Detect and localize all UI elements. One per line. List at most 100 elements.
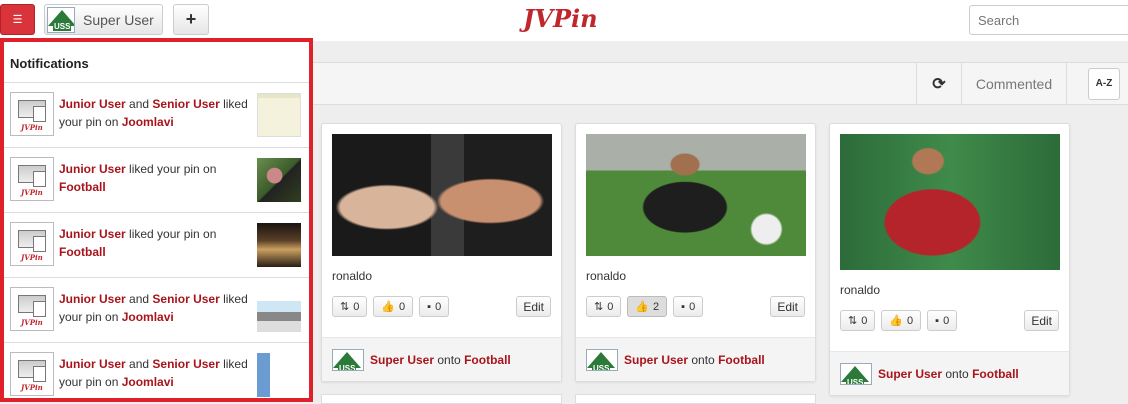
pin-image[interactable] (586, 134, 806, 256)
refresh-button[interactable]: ⟳ (916, 63, 962, 105)
notifications-panel: Notifications JVPin Junior User and Seni… (0, 38, 313, 402)
actor-link[interactable]: Junior User (59, 227, 126, 241)
notification-item[interactable]: JVPin Junior User liked your pin on Foot… (4, 148, 309, 213)
comment-icon: ▪ (935, 314, 940, 327)
sort-commented-tab[interactable]: Commented (962, 63, 1067, 105)
plus-icon: + (185, 9, 197, 29)
notification-avatar: JVPin (10, 222, 54, 266)
actor-link[interactable]: Senior User (152, 292, 219, 306)
notification-text: Junior User and Senior User liked your p… (59, 357, 248, 389)
thumbs-up-icon: 👍 (635, 301, 650, 313)
repin-count: 0 (861, 314, 868, 327)
notification-thumbnail[interactable] (257, 223, 301, 267)
pin-card[interactable]: ronaldo ⇅ 0 👍 0 ▪ 0 Edit USS Super User ont… (829, 123, 1070, 396)
pin-card[interactable]: ronaldo ⇅ 0 👍 0 ▪ 0 Edit USS Super User ont… (321, 123, 562, 382)
like-count: 2 (653, 300, 660, 313)
like-button[interactable]: 👍 2 (627, 296, 668, 317)
comment-button[interactable]: ▪ 0 (673, 296, 704, 317)
add-pin-button[interactable]: + (173, 4, 209, 35)
pin-footer: USS Super User onto Football (322, 337, 561, 381)
edit-button[interactable]: Edit (516, 296, 551, 317)
actor-link[interactable]: Junior User (59, 292, 126, 306)
avatar: USS (332, 348, 364, 371)
comment-icon: ▪ (681, 300, 686, 313)
pin-title: ronaldo (586, 269, 627, 283)
pin-footer: USS Super User onto Football (830, 351, 1069, 395)
repin-icon: ⇅ (340, 301, 350, 313)
notification-thumbnail[interactable] (257, 158, 301, 202)
comment-count: 0 (943, 314, 950, 327)
repin-icon: ⇅ (594, 301, 604, 313)
repin-button[interactable]: ⇅ 0 (840, 310, 876, 331)
pin-card[interactable]: ronaldo ⇅ 0 👍 2 ▪ 0 Edit USS Super User ont… (575, 123, 816, 382)
avatar: USS (586, 348, 618, 371)
pin-board-link[interactable]: Football (464, 353, 511, 367)
avatar: USS (840, 362, 872, 385)
notification-avatar: JVPin (10, 287, 54, 331)
edit-button[interactable]: Edit (1024, 310, 1059, 331)
board-link[interactable]: Football (59, 245, 106, 259)
board-link[interactable]: Joomlavi (122, 375, 174, 389)
actor-link[interactable]: Senior User (152, 97, 219, 111)
avatar-text: USS (53, 21, 72, 31)
board-link[interactable]: Joomlavi (122, 115, 174, 129)
like-count: 0 (399, 300, 406, 313)
top-bar: ☰ USS Super User + JVPin (0, 0, 1128, 41)
notification-text: Junior User and Senior User liked your p… (59, 292, 248, 324)
sort-alpha-icon: A-Z (1095, 78, 1113, 89)
notification-avatar: JVPin (10, 157, 54, 201)
actor-link[interactable]: Junior User (59, 97, 126, 111)
notification-thumbnail[interactable] (257, 93, 301, 137)
menu-button[interactable]: ☰ (0, 4, 35, 35)
repin-icon: ⇅ (848, 315, 858, 327)
notification-text: Junior User liked your pin on Football (59, 162, 217, 194)
comment-button[interactable]: ▪ 0 (419, 296, 450, 317)
like-count: 0 (907, 314, 914, 327)
pin-author-link[interactable]: Super User (878, 367, 942, 381)
like-button[interactable]: 👍 0 (373, 296, 414, 317)
notification-item[interactable]: JVPin Junior User and Senior User liked … (4, 278, 309, 343)
notification-thumbnail[interactable] (257, 288, 301, 332)
notification-item[interactable]: JVPin Junior User and Senior User liked … (4, 343, 309, 398)
pin-footer: USS Super User onto Football (576, 337, 815, 381)
pin-title: ronaldo (840, 283, 881, 297)
pin-author-link[interactable]: Super User (370, 353, 434, 367)
actor-link[interactable]: Senior User (152, 357, 219, 371)
comment-icon: ▪ (427, 300, 432, 313)
user-button[interactable]: USS Super User (44, 4, 163, 35)
notification-thumbnail[interactable] (257, 353, 301, 397)
notification-avatar: JVPin (10, 92, 54, 136)
repin-count: 0 (353, 300, 360, 313)
board-toolbar: ⟳ Commented A-Z (309, 62, 1128, 105)
pin-author-link[interactable]: Super User (624, 353, 688, 367)
onto-text: onto (691, 352, 715, 367)
user-name: Super User (83, 11, 154, 28)
pin-image[interactable] (840, 134, 1060, 270)
edit-button[interactable]: Edit (770, 296, 805, 317)
pin-board-link[interactable]: Football (718, 353, 765, 367)
actor-link[interactable]: Junior User (59, 357, 126, 371)
notification-item[interactable]: JVPin Junior User and Senior User liked … (4, 83, 309, 148)
site-logo[interactable]: JVPin (523, 4, 598, 33)
repin-count: 0 (607, 300, 614, 313)
pin-title: ronaldo (332, 269, 373, 283)
board-link[interactable]: Joomlavi (122, 310, 174, 324)
notification-item[interactable]: JVPin Junior User liked your pin on Foot… (4, 213, 309, 278)
pin-image[interactable] (332, 134, 552, 256)
actor-link[interactable]: Junior User (59, 162, 126, 176)
refresh-icon: ⟳ (932, 76, 946, 93)
comment-count: 0 (689, 300, 696, 313)
thumbs-up-icon: 👍 (889, 315, 904, 327)
comment-count: 0 (435, 300, 442, 313)
search-input[interactable] (969, 5, 1128, 35)
pin-board-link[interactable]: Football (972, 367, 1019, 381)
sort-button[interactable]: A-Z (1088, 68, 1120, 100)
onto-text: onto (945, 366, 969, 381)
repin-button[interactable]: ⇅ 0 (586, 296, 622, 317)
board-link[interactable]: Football (59, 180, 106, 194)
thumbs-up-icon: 👍 (381, 301, 396, 313)
pin-card-partial (321, 394, 562, 404)
repin-button[interactable]: ⇅ 0 (332, 296, 368, 317)
like-button[interactable]: 👍 0 (881, 310, 922, 331)
comment-button[interactable]: ▪ 0 (927, 310, 958, 331)
